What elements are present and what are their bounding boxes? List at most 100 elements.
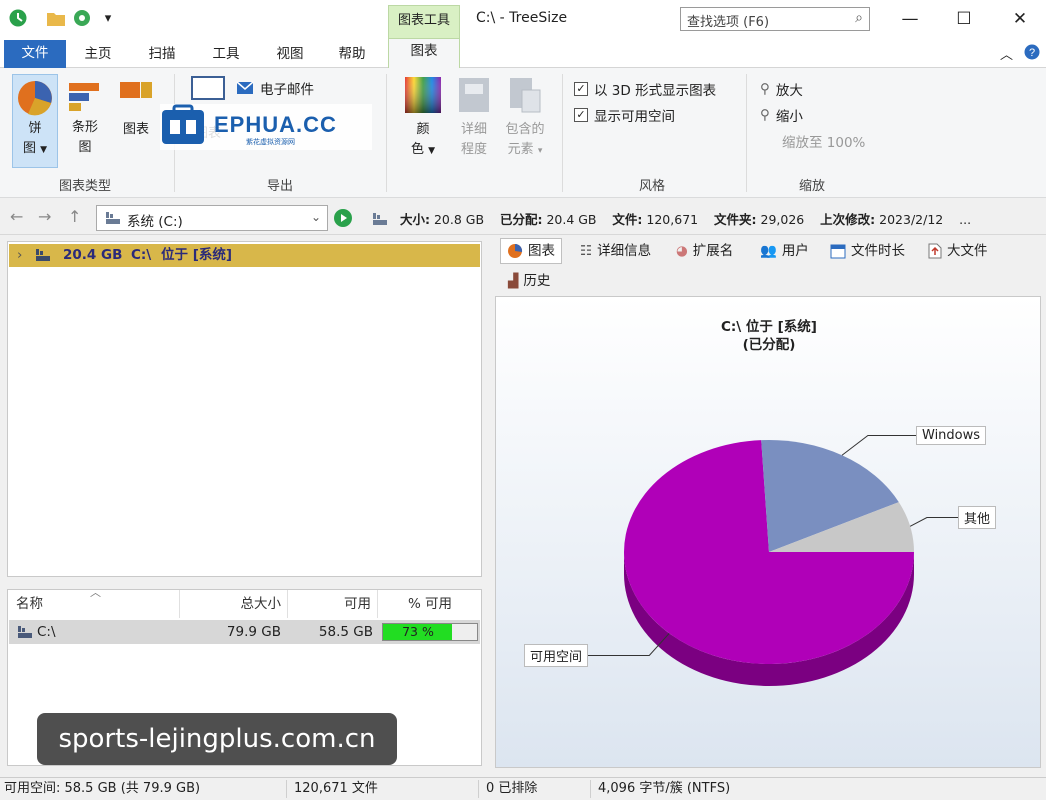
dropdown-arrow-icon: ▾ (537, 146, 543, 156)
status-separator (286, 780, 287, 798)
drive-icon (106, 212, 120, 224)
bar-chart-button[interactable]: 条形 图 (64, 74, 106, 168)
watermark-logo: EPHUA.CC 紫花虚拟资源网 (160, 104, 372, 150)
tree-row-size: 20.4 GB (63, 247, 123, 263)
more-ellipsis[interactable]: ... (959, 212, 971, 227)
tab-file-age-label: 文件时长 (851, 243, 905, 259)
pie-chart-button[interactable]: 饼 图 ▼ (12, 74, 58, 168)
detail-level-button[interactable]: 详细 程度 (452, 76, 496, 168)
column-header-free[interactable]: 可用 (288, 590, 378, 618)
tab-history[interactable]: ▟ 历史 (508, 268, 550, 294)
tab-users-label: 用户 (781, 243, 809, 259)
tab-chart-view[interactable]: 图表 (500, 238, 562, 264)
free-percent-text: 73 % (402, 624, 434, 639)
show-free-space-checkbox[interactable]: ✓ 显示可用空间 (574, 105, 675, 125)
slice-label-free-space: 可用空间 (524, 644, 589, 667)
drive-selector[interactable]: 系统 (C:) ⌄ (96, 205, 328, 231)
watermark-logo-subtext: 紫花虚拟资源网 (246, 137, 295, 146)
checkbox-check-icon: ✓ (574, 108, 588, 122)
tab-extensions[interactable]: ◕ 扩展名 (676, 238, 733, 264)
zoom-100-button[interactable]: 缩放至 100% (782, 131, 865, 151)
color-button[interactable]: 颜 色 ▼ (400, 76, 446, 168)
app-icon (8, 8, 28, 28)
collapse-ribbon-icon[interactable]: ︿ (1000, 44, 1013, 63)
up-arrow-icon[interactable]: ↑ (68, 207, 81, 226)
tree-row-root[interactable]: › 20.4 GB C:\ 位于 [系统] (9, 244, 480, 267)
tab-large-files[interactable]: 大文件 (928, 238, 988, 264)
contained-elements-button[interactable]: 包含的 元素 ▾ (500, 76, 550, 168)
tab-tools[interactable]: 工具 (208, 42, 244, 68)
status-separator (478, 780, 479, 798)
large-file-icon (928, 243, 942, 259)
email-icon (236, 81, 254, 94)
expand-chevron-icon[interactable]: › (17, 244, 22, 267)
column-header-pct-free[interactable]: % 可用 (378, 590, 482, 618)
history-icon: ▟ (508, 273, 519, 289)
search-options-input[interactable]: 查找选项 (F6) ⌕ (680, 7, 870, 31)
zoom-out-button[interactable]: ⚲ 缩小 (760, 105, 803, 125)
files-value: 120,671 (646, 212, 699, 227)
zoom-100-label: 缩放至 100% (782, 135, 866, 151)
tab-file-age[interactable]: 文件时长 (830, 238, 905, 264)
tab-help[interactable]: 帮助 (334, 42, 370, 68)
tab-large-files-label: 大文件 (947, 243, 988, 259)
color-label-1: 颜 (416, 122, 430, 137)
folder-icon[interactable] (46, 8, 66, 28)
pie-chart[interactable] (496, 297, 1042, 769)
zoom-out-icon: ⚲ (760, 107, 770, 123)
tab-chart-label: 图表 (528, 243, 555, 259)
status-excluded: 0 已排除 (486, 781, 538, 796)
column-header-total[interactable]: 总大小 (180, 590, 288, 618)
zoom-in-button[interactable]: ⚲ 放大 (760, 79, 803, 99)
sort-arrow-icon: ︿ (90, 586, 101, 599)
tab-scan[interactable]: 扫描 (144, 42, 180, 68)
email-button[interactable]: 电子邮件 (236, 78, 314, 98)
zoom-in-icon: ⚲ (760, 81, 770, 97)
slice-label-other: 其他 (958, 506, 997, 529)
zoom-out-label: 缩小 (775, 109, 803, 125)
status-bar: 可用空间: 58.5 GB (共 79.9 GB) 120,671 文件 0 已… (0, 777, 1046, 800)
svg-text:?: ? (1029, 47, 1035, 59)
search-icon[interactable]: ⌕ (855, 10, 863, 26)
detail-label-2: 程度 (460, 142, 487, 157)
tree-row-path: C:\ (131, 247, 152, 263)
ribbon-tabs: 文件 主页 扫描 工具 视图 帮助 图表 ︿ ? (0, 38, 1046, 69)
tab-home[interactable]: 主页 (80, 42, 116, 68)
minimize-button[interactable]: — (884, 0, 936, 38)
details-list-icon: ☷ (580, 243, 593, 259)
leader-line-2 (909, 517, 958, 527)
pie-label-1: 饼 (28, 121, 42, 136)
color-palette-icon (405, 77, 441, 113)
watermark-url: sports-lejingplus.com.cn (37, 713, 397, 765)
customize-qat-icon[interactable]: ▾ (98, 8, 118, 28)
status-separator (590, 780, 591, 798)
detail-level-icon (459, 78, 489, 112)
scan-icon[interactable] (72, 8, 92, 28)
detail-label-1: 详细 (460, 122, 487, 137)
status-files: 120,671 文件 (294, 781, 378, 796)
tab-users[interactable]: 👥 用户 (760, 238, 809, 264)
size-label: 大小: (399, 212, 430, 227)
slice-label-windows: Windows (916, 426, 987, 445)
treemap-icon (120, 82, 152, 98)
folder-tree[interactable]: › 20.4 GB C:\ 位于 [系统] (7, 241, 482, 577)
tab-view[interactable]: 视图 (272, 42, 308, 68)
close-button[interactable]: ✕ (994, 0, 1046, 38)
tab-details[interactable]: ☷ 详细信息 (580, 238, 651, 264)
tab-chart[interactable]: 图表 (388, 38, 460, 69)
maximize-button[interactable]: ☐ (938, 0, 990, 38)
forward-arrow-icon[interactable]: → (38, 207, 51, 226)
go-scan-button[interactable] (333, 208, 353, 228)
contained-elements-icon (510, 78, 541, 113)
ribbon-body: 饼 图 ▼ 条形 图 图表 图表类型 图表 电子邮件 导出 颜 色 ▼ (0, 68, 1046, 198)
help-icon[interactable]: ? (1024, 44, 1040, 64)
show-3d-checkbox[interactable]: ✓ 以 3D 形式显示图表 (574, 79, 716, 99)
table-row[interactable]: C:\ 79.9 GB 58.5 GB 73 % (9, 620, 480, 644)
treemap-chart-button[interactable]: 图表 (114, 74, 158, 168)
dropdown-arrow-icon: ▼ (40, 145, 48, 155)
watermark-logo-text: EPHUA.CC (214, 112, 337, 137)
back-arrow-icon[interactable]: ← (10, 207, 23, 226)
address-bar: ← → ↑ 系统 (C:) ⌄ 大小: 20.8 GB 已分配: 20.4 GB… (0, 199, 1046, 235)
tab-file[interactable]: 文件 (4, 40, 66, 68)
row-name: C:\ (37, 624, 56, 640)
